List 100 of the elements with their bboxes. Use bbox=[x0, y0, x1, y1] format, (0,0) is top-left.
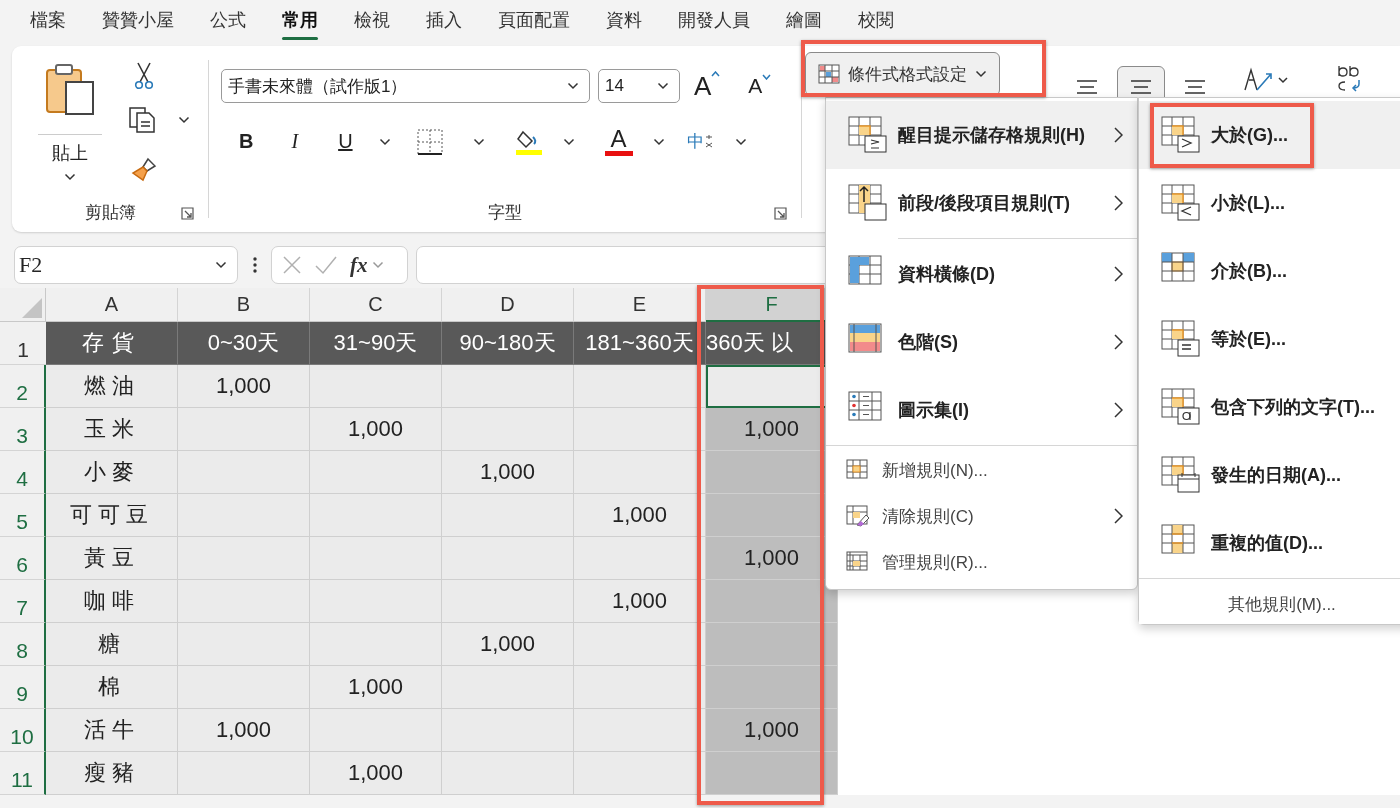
font-color-button[interactable]: A bbox=[604, 127, 633, 156]
rule-table-icon bbox=[846, 505, 870, 527]
chevron-down-icon[interactable] bbox=[734, 137, 747, 146]
font-size-field[interactable]: 14 bbox=[598, 69, 680, 103]
column-header[interactable]: C bbox=[310, 288, 442, 322]
row-header[interactable]: 10 bbox=[0, 709, 46, 752]
ribbon-tab[interactable]: 常用 bbox=[282, 2, 318, 40]
menu-item[interactable]: 色階(S) bbox=[826, 308, 1137, 376]
copy-button[interactable] bbox=[128, 106, 190, 134]
header-cell: 31~90天 bbox=[310, 322, 442, 365]
menu-item[interactable]: 大於(G)... bbox=[1139, 101, 1400, 169]
more-options-icon[interactable] bbox=[253, 257, 257, 273]
row-header[interactable]: 11 bbox=[0, 752, 46, 795]
header-cell: 90~180天 bbox=[442, 322, 574, 365]
clipboard-icon bbox=[44, 62, 96, 116]
row-header[interactable]: 3 bbox=[0, 408, 46, 451]
shrink-font-button[interactable]: A bbox=[748, 74, 772, 98]
chevron-down-icon[interactable] bbox=[378, 137, 391, 146]
chevron-down-icon[interactable] bbox=[215, 261, 227, 269]
font-name-field[interactable]: 手書未來體（試作版1） bbox=[221, 69, 590, 103]
underline-button[interactable]: U bbox=[338, 130, 353, 153]
ribbon-tab[interactable]: 資料 bbox=[606, 2, 642, 40]
table-cell: 1,000 bbox=[310, 408, 442, 451]
chevron-down-icon[interactable] bbox=[64, 173, 76, 181]
menu-item[interactable]: 其他規則(M)... bbox=[1139, 584, 1400, 624]
name-box[interactable]: F2 bbox=[14, 246, 238, 284]
rule-table-icon bbox=[1161, 184, 1201, 222]
table-cell: 1,000 bbox=[310, 752, 442, 795]
ribbon-tab[interactable]: 插入 bbox=[426, 2, 462, 40]
row-header[interactable]: 1 bbox=[0, 322, 46, 365]
color-bar-icon bbox=[604, 151, 633, 156]
menu-item[interactable]: 新增規則(N)... bbox=[826, 447, 1137, 493]
table-cell: 1,000 bbox=[178, 709, 310, 752]
table-grid-icon bbox=[818, 64, 840, 84]
header-cell: 0~30天 bbox=[178, 322, 310, 365]
table-cell: 糖 bbox=[46, 623, 178, 666]
caret-up-icon bbox=[711, 70, 721, 77]
scissors-icon bbox=[134, 62, 154, 90]
chevron-down-icon[interactable] bbox=[472, 137, 485, 146]
rule-table-icon bbox=[846, 551, 870, 573]
column-header[interactable]: D bbox=[442, 288, 574, 322]
rule-table-icon bbox=[848, 116, 888, 154]
group-label: 字型 bbox=[488, 202, 522, 224]
ribbon-tab[interactable]: 開發人員 bbox=[678, 2, 750, 40]
rule-table-icon bbox=[1161, 320, 1201, 358]
borders-icon[interactable] bbox=[416, 128, 443, 155]
chevron-down-icon[interactable] bbox=[657, 82, 669, 90]
chevron-down-icon[interactable] bbox=[178, 116, 190, 124]
ribbon-tab[interactable]: 頁面配置 bbox=[498, 2, 570, 40]
dialog-launcher-icon[interactable] bbox=[181, 207, 194, 220]
row-header[interactable]: 5 bbox=[0, 494, 46, 537]
table-cell: 玉米 bbox=[46, 408, 178, 451]
table-cell: 1,000 bbox=[574, 494, 706, 537]
grow-font-button[interactable]: A bbox=[694, 70, 721, 102]
ribbon-tab[interactable]: 校閱 bbox=[858, 2, 894, 40]
chevron-down-icon[interactable] bbox=[562, 137, 575, 146]
column-header[interactable]: A bbox=[46, 288, 178, 322]
menu-item[interactable]: 圖示集(I) bbox=[826, 376, 1137, 444]
menu-item[interactable]: 清除規則(C) bbox=[826, 493, 1137, 539]
header-cell: 存貨 bbox=[46, 322, 178, 365]
ribbon-tab[interactable]: 公式 bbox=[210, 2, 246, 40]
chevron-down-icon[interactable] bbox=[567, 82, 579, 90]
menu-item[interactable]: 管理規則(R)... bbox=[826, 539, 1137, 585]
header-cell: 181~360天 bbox=[574, 322, 706, 365]
dialog-launcher-icon[interactable] bbox=[774, 207, 787, 220]
row-header[interactable]: 6 bbox=[0, 537, 46, 580]
insert-function-button[interactable]: fx bbox=[350, 252, 384, 278]
rule-table-icon bbox=[1161, 456, 1201, 494]
menu-item[interactable]: 資料橫條(D) bbox=[826, 240, 1137, 308]
table-cell: 瘦豬 bbox=[46, 752, 178, 795]
row-header[interactable]: 2 bbox=[0, 365, 46, 408]
table-cell: 1,000 bbox=[442, 451, 574, 494]
ribbon-tab[interactable]: 檢視 bbox=[354, 2, 390, 40]
bold-button[interactable]: B bbox=[239, 130, 254, 153]
row-header[interactable]: 7 bbox=[0, 580, 46, 623]
table-cell: 咖啡 bbox=[46, 580, 178, 623]
table-cell: 1,000 bbox=[178, 365, 310, 408]
ribbon-tab[interactable]: 繪圖 bbox=[786, 2, 822, 40]
phonetic-guide-button[interactable]: 中 bbox=[686, 130, 713, 153]
column-header[interactable]: E bbox=[574, 288, 706, 322]
rule-table-icon bbox=[1161, 388, 1201, 426]
rule-table-icon bbox=[1161, 116, 1201, 154]
table-cell: 可可豆 bbox=[46, 494, 178, 537]
ribbon-tab[interactable]: 贊贊小屋 bbox=[102, 2, 174, 40]
row-header[interactable]: 9 bbox=[0, 666, 46, 709]
italic-button[interactable]: I bbox=[291, 130, 299, 153]
checkmark-icon[interactable] bbox=[314, 255, 338, 275]
menu-item[interactable]: 醒目提示儲存格規則(H) bbox=[826, 101, 1137, 169]
align-lines-icon bbox=[1129, 79, 1153, 95]
copy-icon bbox=[128, 106, 156, 134]
row-header[interactable]: 8 bbox=[0, 623, 46, 666]
column-header[interactable]: B bbox=[178, 288, 310, 322]
ribbon-tab[interactable]: 檔案 bbox=[30, 2, 66, 40]
rule-table-icon bbox=[846, 459, 870, 481]
chevron-down-icon[interactable] bbox=[652, 137, 665, 146]
chevron-down-icon[interactable] bbox=[975, 70, 987, 78]
menu-item[interactable]: 前段/後段項目規則(T) bbox=[826, 169, 1137, 237]
table-cell: 棉 bbox=[46, 666, 178, 709]
table-cell: 黃豆 bbox=[46, 537, 178, 580]
row-header[interactable]: 4 bbox=[0, 451, 46, 494]
